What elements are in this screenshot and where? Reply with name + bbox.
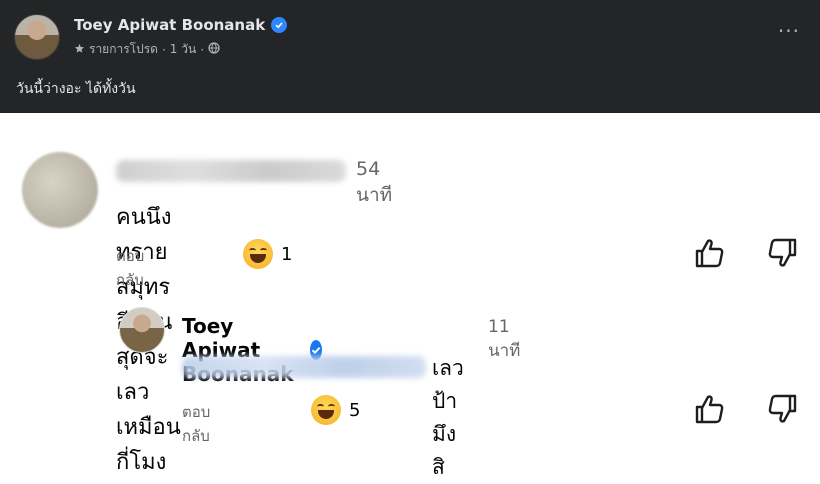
post-header: Toey Apiwat Boonanak รายการโปรด · 1 วัน … — [0, 0, 820, 113]
post-author-avatar[interactable] — [14, 14, 60, 60]
reply-author-avatar[interactable] — [119, 307, 165, 353]
commenter-avatar-blurred[interactable] — [22, 152, 98, 228]
post-text: วันนี้ว่างอะ ได้ทั้งวัน — [16, 81, 136, 97]
verified-badge-icon — [271, 17, 288, 33]
meta-separator-2: · — [200, 42, 205, 57]
comment-time[interactable]: 54 นาที — [356, 158, 392, 210]
thumbs-up-icon[interactable] — [692, 392, 726, 426]
mentioned-name-blurred[interactable] — [182, 356, 426, 378]
post-author-name[interactable]: Toey Apiwat Boonanak — [74, 16, 265, 34]
thumbs-down-icon[interactable] — [766, 392, 800, 426]
reaction-count: 1 — [281, 243, 293, 265]
thumbs-down-icon[interactable] — [766, 236, 800, 270]
post-author[interactable]: Toey Apiwat Boonanak — [74, 16, 288, 34]
reply-text: เลวป้ามึงสิ — [432, 356, 464, 479]
post-meta: รายการโปรด · 1 วัน · — [74, 40, 220, 59]
reaction-summary-2[interactable]: 5 — [311, 395, 360, 425]
reply-button[interactable]: ตอบกลับ — [116, 244, 144, 292]
post-time[interactable]: 1 วัน — [170, 40, 196, 59]
post-audience[interactable]: รายการโปรด — [89, 40, 158, 59]
reply-button-2[interactable]: ตอบกลับ — [182, 400, 210, 448]
globe-icon — [208, 42, 220, 57]
reply-time[interactable]: 11 นาที — [488, 317, 520, 364]
thumbs-up-icon[interactable] — [692, 236, 726, 270]
meta-separator: · — [161, 42, 166, 57]
commenter-name-blurred[interactable] — [116, 160, 346, 182]
reaction-count-2: 5 — [349, 399, 361, 421]
more-options-icon[interactable]: ··· — [778, 21, 800, 41]
star-icon — [74, 43, 85, 57]
reaction-summary[interactable]: 1 — [243, 239, 292, 269]
haha-icon — [243, 239, 273, 269]
haha-icon — [311, 395, 341, 425]
